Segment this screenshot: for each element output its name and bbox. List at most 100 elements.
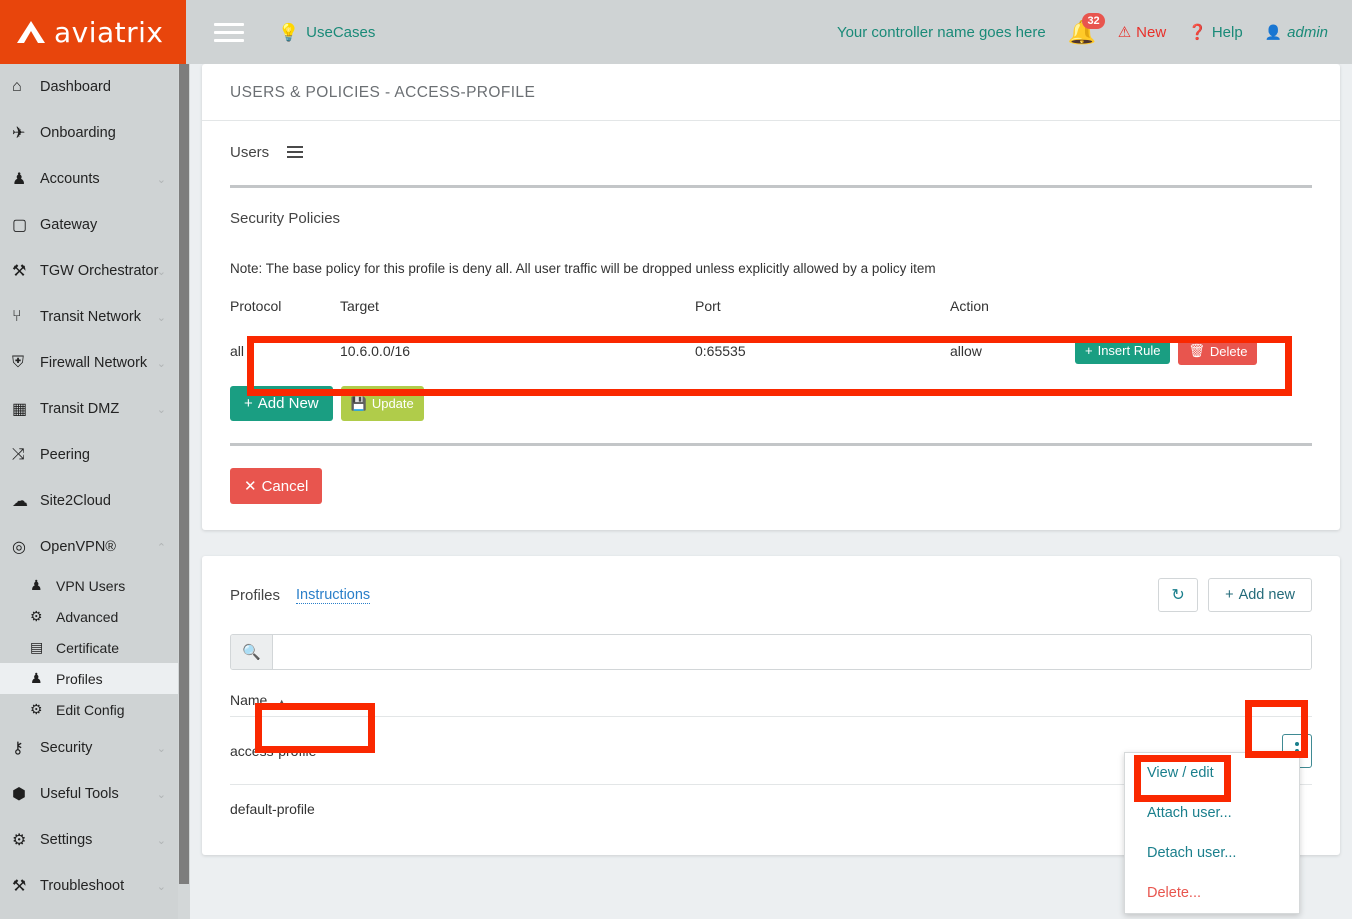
column-header-protocol[interactable]: Protocol: [230, 298, 340, 324]
context-menu-item-view-edit[interactable]: View / edit: [1125, 753, 1299, 793]
sidebar-item-security[interactable]: ⚷Security⌄: [0, 725, 178, 771]
lightbulb-icon: 💡: [278, 24, 299, 41]
profiles-title: Profiles: [230, 587, 280, 604]
update-label: Update: [372, 396, 414, 411]
column-header-action[interactable]: Action: [950, 298, 1075, 324]
chevron-down-icon[interactable]: ⌄: [157, 834, 166, 847]
new-label: New: [1136, 24, 1166, 41]
search-icon[interactable]: 🔍: [231, 635, 273, 669]
sidebar-item-tgw-orchestrator[interactable]: ⚒TGW Orchestrator⌄: [0, 248, 178, 294]
gear-icon: ⚙: [30, 701, 56, 718]
users-group-icon: ♟: [12, 169, 40, 189]
sidebar-item-troubleshoot[interactable]: ⚒Troubleshoot ⌄: [0, 863, 178, 909]
aviatrix-chevron-icon: [14, 19, 48, 45]
sidebar-item-vpn-users[interactable]: ♟VPN Users: [0, 570, 178, 601]
sidebar-item-peering[interactable]: ⤨Peering: [0, 432, 178, 478]
user-menu-button[interactable]: 👤 admin: [1265, 24, 1328, 41]
sidebar-item-accounts[interactable]: ♟Accounts⌄: [0, 156, 178, 202]
brand-logo[interactable]: aviatrix: [0, 0, 186, 64]
instructions-link[interactable]: Instructions: [296, 587, 370, 604]
sidebar-item-openvpn[interactable]: ◎OpenVPN® ⌃: [0, 524, 178, 570]
cancel-button[interactable]: ✕ Cancel: [230, 468, 322, 504]
sidebar-item-label: Onboarding: [40, 125, 116, 141]
controller-name: Your controller name goes here: [837, 24, 1046, 41]
chevron-down-icon[interactable]: ⌄: [157, 173, 166, 186]
add-new-label: Add New: [258, 395, 319, 412]
insert-rule-label: Insert Rule: [1098, 343, 1161, 358]
user-icon: 👤: [1265, 24, 1282, 41]
sidebar-item-site2cloud[interactable]: ☁Site2Cloud: [0, 478, 178, 524]
sidebar-item-label: Useful Tools: [40, 786, 119, 802]
shuffle-icon: ⤨: [12, 446, 40, 464]
sidebar-item-label: Site2Cloud: [40, 493, 111, 509]
cell-port: 0:65535: [695, 324, 950, 378]
list-menu-icon[interactable]: [287, 143, 303, 161]
sidebar-item-transit-dmz[interactable]: ▦Transit DMZ⌄: [0, 386, 178, 432]
network-icon: ⑂: [12, 308, 40, 326]
hamburger-icon[interactable]: [214, 18, 244, 47]
column-header-name[interactable]: Name ▲: [230, 692, 1033, 717]
sidebar-item-useful-tools[interactable]: ⬢Useful Tools ⌄: [0, 771, 178, 817]
add-new-profile-button[interactable]: + Add new: [1208, 578, 1312, 612]
cancel-button-wrap: ✕ Cancel: [202, 446, 1340, 530]
sidebar-item-label: Security: [40, 740, 92, 756]
usecases-link[interactable]: 💡 UseCases: [278, 24, 375, 41]
question-circle-icon: ❓: [1188, 23, 1207, 41]
chevron-down-icon[interactable]: ⌄: [157, 265, 166, 278]
cell-profile-name: access-profile: [230, 717, 1033, 785]
add-new-policy-button[interactable]: + Add New: [230, 386, 333, 421]
context-menu-item-delete[interactable]: Delete...: [1125, 873, 1299, 913]
sidebar-item-profiles[interactable]: ♟Profiles: [0, 663, 178, 694]
update-policy-button[interactable]: 💾 Update: [341, 386, 424, 421]
chevron-down-icon[interactable]: ⌄: [157, 311, 166, 324]
refresh-icon[interactable]: ↻: [1158, 578, 1198, 612]
broadcast-icon: ◎: [12, 537, 40, 557]
context-menu-item-attach-user[interactable]: Attach user...: [1125, 793, 1299, 833]
exclamation-circle-icon: ⚠: [1118, 23, 1131, 41]
column-header-row-menu: [1033, 692, 1312, 717]
sidebar-item-settings[interactable]: ⚙Settings⌄: [0, 817, 178, 863]
brand-name: aviatrix: [54, 16, 164, 49]
profiles-header-row: Name ▲: [230, 692, 1312, 717]
save-disk-icon: 💾: [351, 396, 367, 412]
column-header-actions-buttons: [1075, 298, 1312, 324]
sidebar-item-label: Gateway: [40, 217, 97, 233]
column-header-port[interactable]: Port: [695, 298, 950, 324]
plus-icon: +: [1225, 587, 1233, 603]
sidebar-item-gateway[interactable]: ▢Gateway: [0, 202, 178, 248]
chevron-down-icon[interactable]: ⌄: [157, 788, 166, 801]
sidebar-item-dashboard[interactable]: ⌂Dashboard: [0, 64, 178, 110]
sidebar-item-certificate[interactable]: ▤Certificate: [0, 632, 178, 663]
sidebar-item-label: TGW Orchestrator: [40, 263, 158, 279]
close-x-icon: ✕: [244, 477, 257, 495]
cube-icon: ⬢: [12, 784, 40, 804]
sidebar-item-label: Troubleshoot: [40, 878, 124, 894]
chevron-down-icon[interactable]: ⌄: [157, 357, 166, 370]
policy-table-header-row: Protocol Target Port Action: [230, 298, 1312, 324]
sidebar-item-onboarding[interactable]: ✈Onboarding: [0, 110, 178, 156]
new-button[interactable]: ⚠ New: [1118, 23, 1166, 41]
insert-rule-button[interactable]: + Insert Rule: [1075, 337, 1170, 364]
column-header-name-label: Name: [230, 692, 267, 708]
table-row[interactable]: all 10.6.0.0/16 0:65535 allow + Insert R…: [230, 324, 1312, 378]
delete-rule-button[interactable]: 🗑 Delete: [1178, 337, 1257, 365]
chevron-down-icon[interactable]: ⌄: [157, 742, 166, 755]
notifications-button[interactable]: 🔔 32: [1068, 17, 1096, 47]
chevron-up-icon[interactable]: ⌃: [157, 541, 166, 554]
help-button[interactable]: ❓ Help: [1188, 23, 1243, 41]
sidebar-item-edit-config[interactable]: ⚙Edit Config: [0, 694, 178, 725]
sidebar-item-advanced[interactable]: ⚙Advanced: [0, 601, 178, 632]
chevron-down-icon[interactable]: ⌄: [157, 403, 166, 416]
chevron-down-icon[interactable]: ⌄: [157, 880, 166, 893]
application-root: aviatrix 💡 UseCases Your controller name…: [0, 0, 1352, 919]
policy-action-buttons: + Add New 💾 Update: [202, 378, 1340, 421]
search-input[interactable]: [273, 635, 1311, 669]
sidebar-item-label: OpenVPN®: [40, 539, 116, 555]
sidebar-scrollbar-thumb[interactable]: [179, 64, 189, 884]
sidebar-item-transit-network[interactable]: ⑂Transit Network⌄: [0, 294, 178, 340]
certificate-icon: ▤: [30, 639, 56, 656]
sidebar-item-firewall-network[interactable]: ⛨Firewall Network⌄: [0, 340, 178, 386]
wrench-icon: ⚒: [12, 876, 40, 896]
context-menu-item-detach-user[interactable]: Detach user...: [1125, 833, 1299, 873]
column-header-target[interactable]: Target: [340, 298, 695, 324]
